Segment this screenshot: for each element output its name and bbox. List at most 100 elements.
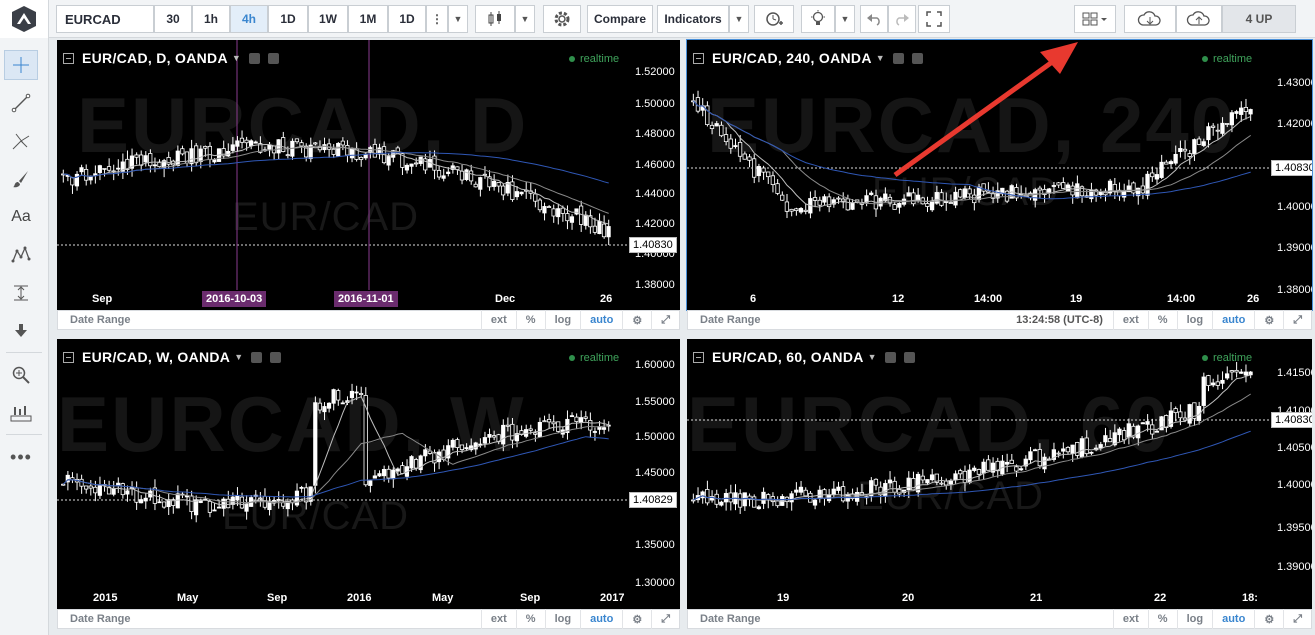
candle: [125, 490, 130, 495]
settings-icon[interactable]: [911, 52, 923, 64]
text-icon[interactable]: Aa: [4, 202, 38, 232]
log-toggle[interactable]: log: [544, 310, 581, 330]
eye-icon[interactable]: [884, 351, 896, 363]
indicators-button[interactable]: Indicators: [657, 5, 729, 33]
pane-title[interactable]: EUR/CAD, W, OANDA ▼: [63, 349, 282, 365]
eye-icon[interactable]: [892, 52, 904, 64]
candle: [1056, 452, 1061, 455]
candle: [1014, 466, 1019, 472]
percent-toggle[interactable]: %: [515, 310, 545, 330]
cloud-download-icon[interactable]: [1124, 5, 1176, 33]
trend-line-icon[interactable]: [4, 88, 38, 118]
caret-down-icon[interactable]: ▼: [876, 53, 885, 63]
interval-1d-alt-button[interactable]: 1D: [388, 5, 426, 33]
chart-pane-240[interactable]: EURCAD, 240EUR/CADEUR/CAD, 240, OANDA▼re…: [686, 39, 1313, 311]
ext-toggle[interactable]: ext: [480, 609, 516, 629]
date-range-button[interactable]: Date Range: [688, 314, 1016, 326]
interval-1m-button[interactable]: 1M: [348, 5, 388, 33]
auto-toggle[interactable]: auto: [580, 310, 622, 330]
chart-pane-weekly[interactable]: EURCAD, W EUR/CAD EUR/CAD, W, OANDA ▼ realti…: [57, 339, 680, 609]
percent-toggle[interactable]: %: [1147, 310, 1177, 330]
pane-title[interactable]: EUR/CAD, 60, OANDA ▼: [693, 349, 915, 365]
pane-maximize-icon[interactable]: ⤢: [1283, 609, 1311, 629]
eye-icon[interactable]: [249, 52, 261, 64]
interval-30-button[interactable]: 30: [154, 5, 192, 33]
caret-down-icon[interactable]: ▼: [868, 352, 877, 362]
pattern-icon[interactable]: [4, 240, 38, 270]
measure-icon[interactable]: [4, 278, 38, 308]
candle: [88, 485, 93, 489]
ext-toggle[interactable]: ext: [480, 310, 516, 330]
settings-icon[interactable]: [270, 351, 282, 363]
pane-settings-icon[interactable]: ⚙: [622, 609, 651, 629]
collapse-icon[interactable]: [63, 52, 74, 64]
collapse-icon[interactable]: [693, 52, 704, 64]
pane-title[interactable]: EUR/CAD, D, OANDA ▼: [63, 50, 280, 66]
redo-icon[interactable]: [888, 5, 916, 33]
zoom-icon[interactable]: [4, 360, 38, 390]
layout-4up-button[interactable]: 4 UP: [1222, 5, 1296, 33]
chart-style-candles-icon[interactable]: [475, 5, 515, 33]
chart-pane-60[interactable]: EURCAD, 60 EUR/CAD EUR/CAD, 60, OANDA ▼ real…: [687, 339, 1312, 609]
crosshair-icon[interactable]: [4, 50, 38, 80]
x-axis-tick: 2017: [600, 592, 625, 604]
pane-maximize-icon[interactable]: ⤢: [651, 310, 679, 330]
pane-maximize-icon[interactable]: ⤢: [651, 609, 679, 629]
caret-down-icon[interactable]: ▼: [232, 53, 241, 63]
more-intervals-icon[interactable]: ⋮: [426, 5, 448, 33]
ext-toggle[interactable]: ext: [1112, 609, 1148, 629]
caret-down-icon[interactable]: ▼: [234, 352, 243, 362]
log-toggle[interactable]: log: [1176, 609, 1213, 629]
percent-toggle[interactable]: %: [515, 609, 545, 629]
settings-icon[interactable]: [903, 351, 915, 363]
interval-1h-button[interactable]: 1h: [192, 5, 230, 33]
pane-maximize-icon[interactable]: ⤢: [1283, 310, 1311, 330]
candle: [780, 194, 785, 201]
collapse-icon[interactable]: [63, 351, 74, 363]
interval-dropdown-icon[interactable]: ▼: [448, 5, 468, 33]
log-toggle[interactable]: log: [1176, 310, 1213, 330]
percent-toggle[interactable]: %: [1147, 609, 1177, 629]
arrow-down-icon[interactable]: [4, 316, 38, 346]
ext-toggle[interactable]: ext: [1112, 310, 1148, 330]
ruler-icon[interactable]: [4, 398, 38, 428]
fullscreen-icon[interactable]: [918, 5, 950, 33]
candle: [487, 434, 492, 438]
chart-style-dropdown-icon[interactable]: ▼: [515, 5, 535, 33]
date-range-button[interactable]: Date Range: [58, 314, 481, 326]
layout-grid-icon[interactable]: [1074, 5, 1116, 33]
more-icon[interactable]: •••: [4, 442, 38, 472]
candle: [281, 502, 286, 507]
collapse-icon[interactable]: [693, 351, 704, 363]
pitchfork-icon[interactable]: [4, 126, 38, 156]
pane-title[interactable]: EUR/CAD, 240, OANDA ▼: [693, 50, 923, 66]
undo-icon[interactable]: [860, 5, 888, 33]
indicators-dropdown-icon[interactable]: ▼: [729, 5, 749, 33]
x-axis-tick: 26: [600, 293, 613, 305]
auto-toggle[interactable]: auto: [1212, 310, 1254, 330]
log-toggle[interactable]: log: [544, 609, 581, 629]
pane-settings-icon[interactable]: ⚙: [1254, 609, 1283, 629]
chart-pane-daily[interactable]: EURCAD, D EUR/CAD EUR/CAD, D, OANDA ▼ realti…: [57, 40, 680, 310]
settings-icon[interactable]: [268, 52, 280, 64]
auto-toggle[interactable]: auto: [580, 609, 622, 629]
pane-settings-icon[interactable]: ⚙: [1254, 310, 1283, 330]
settings-gear-icon[interactable]: [543, 5, 581, 33]
brush-icon[interactable]: [4, 164, 38, 194]
interval-4h-button[interactable]: 4h: [230, 5, 268, 33]
alert-clock-icon[interactable]: [754, 5, 794, 33]
compare-button[interactable]: Compare: [587, 5, 653, 33]
candle: [1089, 451, 1094, 454]
cloud-upload-icon[interactable]: [1176, 5, 1222, 33]
pane-settings-icon[interactable]: ⚙: [622, 310, 651, 330]
date-range-button[interactable]: Date Range: [58, 613, 481, 625]
logo[interactable]: [0, 0, 49, 38]
auto-toggle[interactable]: auto: [1212, 609, 1254, 629]
symbol-search-input[interactable]: EURCAD: [56, 5, 154, 33]
idea-bulb-icon[interactable]: [801, 5, 835, 33]
idea-dropdown-icon[interactable]: ▼: [835, 5, 855, 33]
interval-1d-button[interactable]: 1D: [268, 5, 308, 33]
date-range-button[interactable]: Date Range: [688, 613, 1113, 625]
interval-1w-button[interactable]: 1W: [308, 5, 348, 33]
eye-icon[interactable]: [251, 351, 263, 363]
